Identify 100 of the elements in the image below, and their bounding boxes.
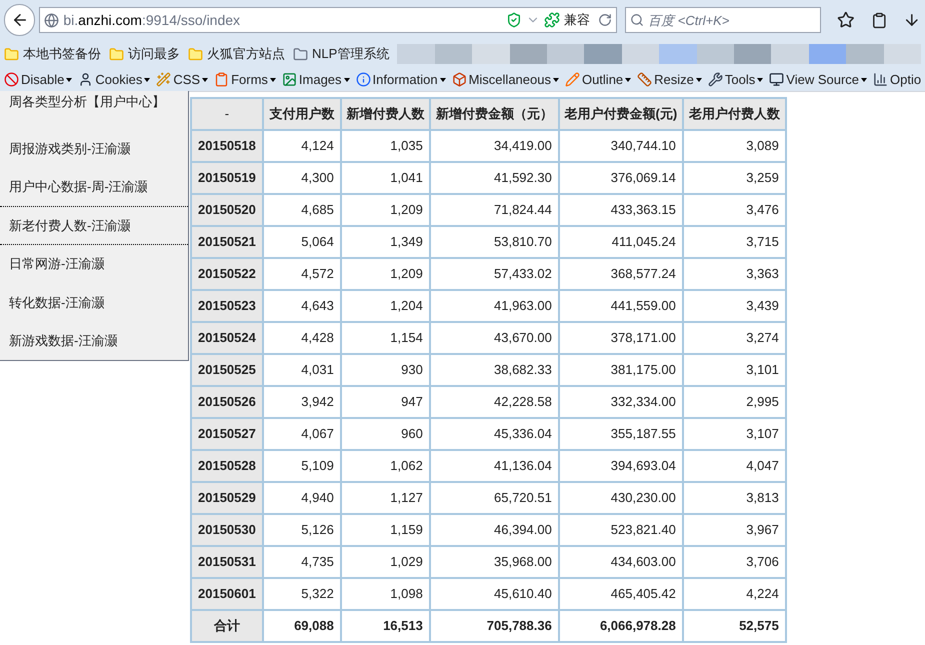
address-bar[interactable]: bi.anzhi.com:9914/sso/index 兼容 <box>39 7 618 33</box>
table-cell: 394,693.04 <box>558 450 683 482</box>
sidebar-item[interactable]: 用户中心数据-周-汪渝灏 <box>0 168 188 206</box>
sidebar-item[interactable]: 新老付费人数-汪渝灏 <box>0 206 188 245</box>
table-cell: 45,610.40 <box>430 578 559 610</box>
table-cell: 1,041 <box>340 162 430 194</box>
folder-icon <box>293 46 308 62</box>
table-cell: 960 <box>340 418 430 450</box>
table-cell: 4,643 <box>262 290 341 322</box>
column-header: 新增付费人数 <box>340 98 430 130</box>
dropdown-arrow-icon <box>696 78 702 82</box>
dropdown-arrow-icon <box>552 78 559 82</box>
table-cell: 41,592.30 <box>430 162 559 194</box>
date-cell: 20150519 <box>191 162 263 194</box>
dropdown-arrow-icon <box>625 78 632 82</box>
dropdown-arrow-icon <box>270 78 276 82</box>
total-cell: 705,788.36 <box>430 610 559 642</box>
date-cell: 20150518 <box>191 130 263 162</box>
bookmark-link[interactable]: 本地书签备份 <box>4 44 101 64</box>
date-cell: 20150521 <box>191 226 263 258</box>
toolbar-icon <box>4 72 19 87</box>
table-cell: 1,154 <box>340 322 430 354</box>
table-cell: 1,029 <box>340 546 430 578</box>
column-header: 支付用户数 <box>262 98 341 130</box>
date-cell: 20150523 <box>191 290 263 322</box>
sidebar-item[interactable]: 周各类型分析【用户中心】 <box>0 91 188 130</box>
sidebar-item[interactable]: 新游戏数据-汪渝灏 <box>0 322 188 360</box>
date-cell: 20150525 <box>191 354 263 386</box>
table-cell: 1,349 <box>340 226 430 258</box>
toolbar-icon <box>282 72 297 87</box>
toolbar-label: Outline <box>582 70 624 89</box>
table-cell: 332,334.00 <box>558 386 683 418</box>
table-cell: 3,439 <box>682 290 786 322</box>
table-cell: 378,171.00 <box>558 322 683 354</box>
url-text: bi.anzhi.com:9914/sso/index <box>63 10 240 30</box>
sidebar-item[interactable]: 周报游戏类别-汪渝灏 <box>0 129 188 168</box>
table-cell: 1,098 <box>340 578 430 610</box>
table-cell: 947 <box>340 386 430 418</box>
table-cell: 3,942 <box>262 386 341 418</box>
table-cell: 41,963.00 <box>430 290 559 322</box>
sidebar-item[interactable]: 转化数据-汪渝灏 <box>0 283 188 322</box>
total-cell: 16,513 <box>340 610 430 642</box>
dropdown-arrow-icon <box>757 78 764 82</box>
toolbar-label: View Source <box>786 70 860 89</box>
clipboard-icon[interactable] <box>870 12 888 28</box>
total-cell: 69,088 <box>262 610 341 642</box>
dropdown-arrow-icon <box>440 78 446 82</box>
table-cell: 340,744.10 <box>558 130 683 162</box>
bookmark-link[interactable]: 访问最多 <box>109 44 180 64</box>
toolbar-icon <box>452 72 467 87</box>
toolbar-icon <box>564 72 580 87</box>
table-cell: 43,670.00 <box>430 322 559 354</box>
table-cell: 4,940 <box>262 482 341 514</box>
back-button[interactable] <box>4 4 36 36</box>
table-cell: 71,824.44 <box>430 194 559 226</box>
globe-icon <box>44 12 60 28</box>
table-cell: 430,230.00 <box>558 482 683 514</box>
table-cell: 4,224 <box>682 578 786 610</box>
toolbar-label: Tools <box>724 70 756 89</box>
toolbar-icon <box>214 72 230 87</box>
table-cell: 4,428 <box>262 322 341 354</box>
toolbar-label: Resize <box>654 70 694 89</box>
toolbar-icon <box>156 72 172 87</box>
date-cell: 20150522 <box>191 258 263 290</box>
dropdown-arrow-icon <box>861 78 868 82</box>
table-cell: 3,813 <box>682 482 786 514</box>
table-cell: 4,685 <box>262 194 341 226</box>
table-cell: 3,274 <box>682 322 786 354</box>
toolbar-icon <box>356 72 371 87</box>
table-cell: 34,419.00 <box>430 130 559 162</box>
sidebar-item[interactable]: 日常网游-汪渝灏 <box>0 244 188 284</box>
total-cell: 6,066,978.28 <box>558 610 683 642</box>
shield-icon[interactable] <box>506 12 522 28</box>
table-cell: 465,405.42 <box>558 578 683 610</box>
dropdown-arrow-icon <box>344 78 350 82</box>
table-cell: 434,603.00 <box>558 546 683 578</box>
table-cell: 4,735 <box>262 546 341 578</box>
table-cell: 65,720.51 <box>430 482 559 514</box>
column-header: 新增付费金额（元） <box>430 98 559 130</box>
table-cell: 1,159 <box>340 514 430 546</box>
table-cell: 3,089 <box>682 130 786 162</box>
bookmark-link[interactable]: NLP管理系统 <box>293 44 390 64</box>
bookmark-star-icon[interactable] <box>837 11 855 29</box>
bookmark-link[interactable]: 火狐官方站点 <box>188 44 285 64</box>
table-cell: 441,559.00 <box>558 290 683 322</box>
toolbar-icon <box>873 72 888 87</box>
folder-icon <box>188 46 203 62</box>
table-cell: 1,209 <box>340 258 430 290</box>
table-cell: 433,363.15 <box>558 194 683 226</box>
table-cell: 930 <box>340 354 430 386</box>
search-icon <box>630 13 644 27</box>
compat-label[interactable]: 兼容 <box>564 10 590 30</box>
toolbar-label: Forms <box>231 70 268 89</box>
column-header: - <box>191 98 263 130</box>
table-cell: 57,433.02 <box>430 258 559 290</box>
search-field[interactable]: 百度 <Ctrl+K> <box>625 7 822 33</box>
date-cell: 20150524 <box>191 322 263 354</box>
table-cell: 5,064 <box>262 226 341 258</box>
reload-icon[interactable] <box>598 13 612 27</box>
puzzle-icon <box>544 12 560 28</box>
